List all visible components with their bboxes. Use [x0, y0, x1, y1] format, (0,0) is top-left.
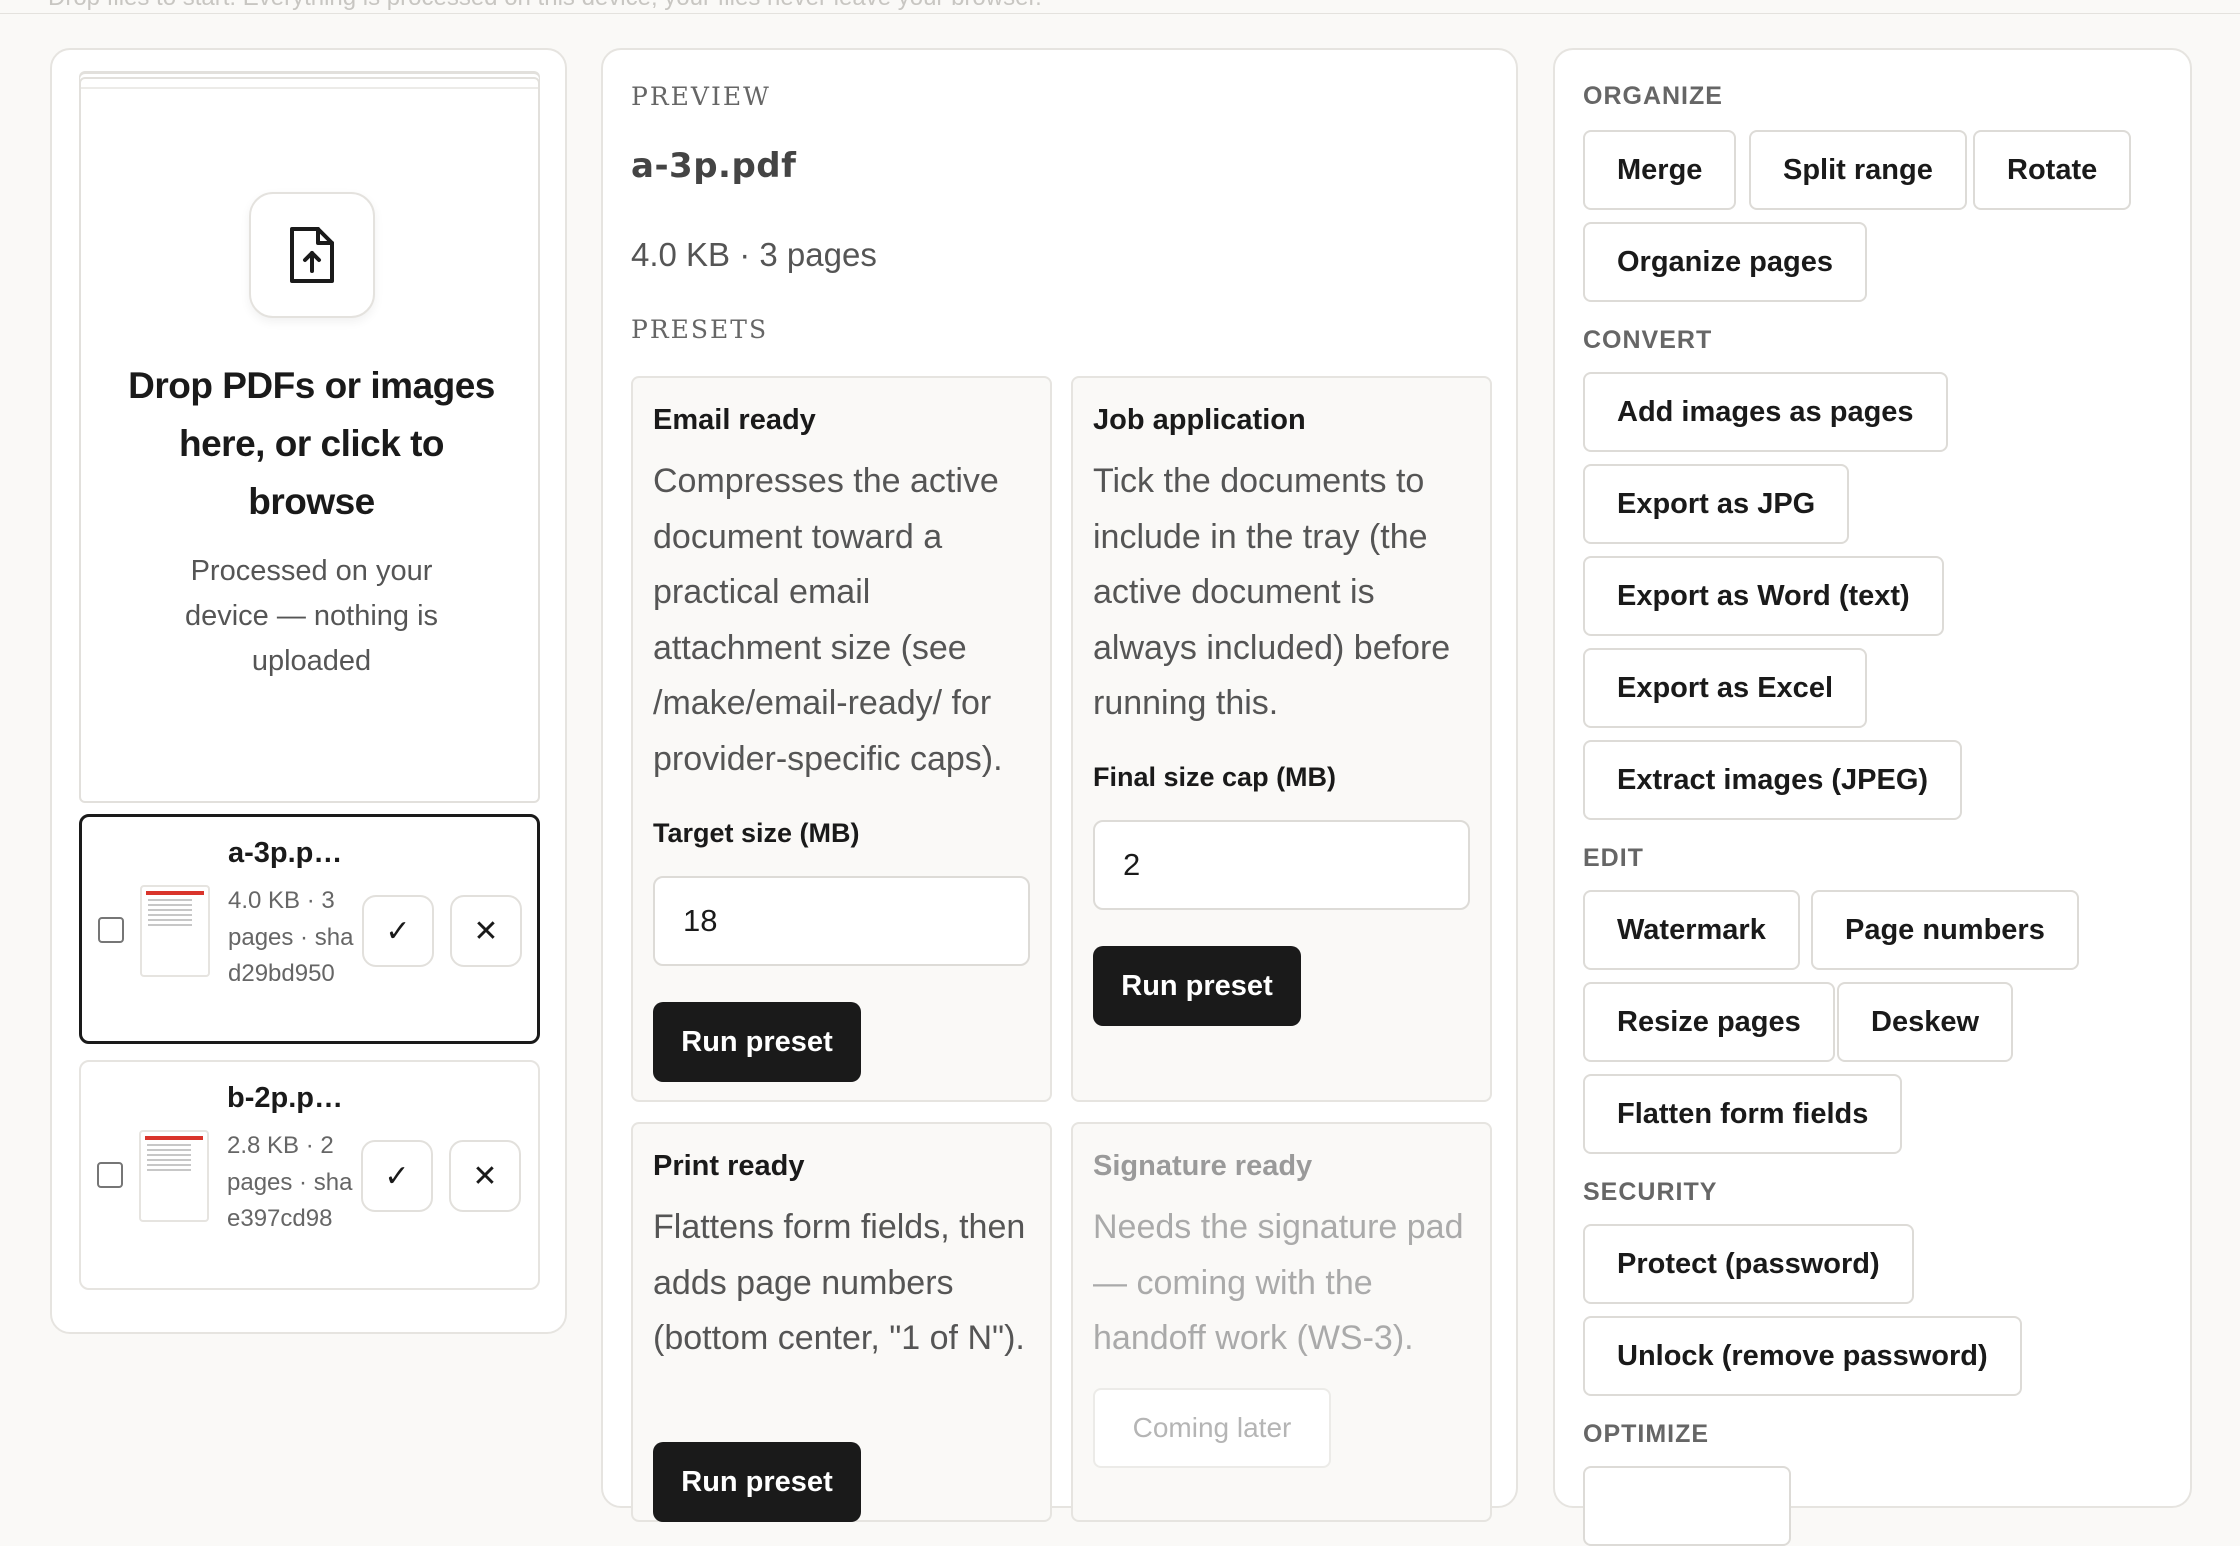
preview-meta: 4.0 KB · 3 pages [631, 236, 877, 273]
flatten-form-fields-button[interactable]: Flatten form fields [1583, 1074, 1903, 1154]
group-organize-label: ORGANIZE [1583, 82, 1723, 110]
check-icon[interactable]: ✓ [362, 895, 434, 967]
protect-password-button[interactable]: Protect (password) [1583, 1224, 1914, 1304]
check-icon[interactable]: ✓ [361, 1140, 433, 1212]
export-jpg-button[interactable]: Export as JPG [1583, 464, 1850, 544]
target-size-input[interactable] [653, 876, 1030, 966]
presets-heading: PRESETS [631, 315, 769, 344]
preset-description: Tick the documents to include in the tra… [1093, 462, 1451, 722]
preset-card-signature-ready: Signature ready Needs the signature pad … [1071, 1122, 1492, 1522]
file-name: b-2p.p… [227, 1082, 343, 1114]
export-excel-button[interactable]: Export as Excel [1583, 648, 1867, 728]
close-icon[interactable]: ✕ [450, 895, 522, 967]
preset-title: Print ready [653, 1150, 805, 1182]
preset-title: Signature ready [1093, 1150, 1313, 1182]
file-upload-icon [249, 192, 375, 318]
group-security-label: SECURITY [1583, 1178, 1718, 1206]
preset-description: Flattens form fields, then adds page num… [653, 1208, 1026, 1357]
file-name: a-3p.p… [228, 837, 343, 869]
split-range-button[interactable]: Split range [1749, 130, 1967, 210]
target-size-label: Target size (MB) [653, 818, 860, 848]
preset-description: Compresses the active document toward a … [653, 462, 1003, 778]
preset-card-email-ready: Email ready Compresses the active docume… [631, 376, 1052, 1102]
dropzone-title: Drop PDFs or images here, or click to br… [128, 365, 495, 522]
coming-later-button: Coming later [1093, 1388, 1331, 1468]
file-select-checkbox[interactable] [98, 917, 124, 943]
group-edit-label: EDIT [1583, 844, 1644, 872]
run-preset-button[interactable]: Run preset [653, 1002, 861, 1082]
merge-button[interactable]: Merge [1583, 130, 1737, 210]
file-meta: 4.0 KB · 3 pages · sha d29bd950 [228, 887, 354, 987]
close-icon[interactable]: ✕ [449, 1140, 521, 1212]
header-text: Drop files to start. Everything is proce… [48, 0, 1042, 12]
pdf-thumbnail [140, 885, 210, 977]
file-card-a-3p[interactable]: a-3p.p… 4.0 KB · 3 pages · sha d29bd950 … [79, 814, 540, 1044]
final-size-cap-label: Final size cap (MB) [1093, 762, 1337, 792]
pdf-thumbnail [139, 1130, 209, 1222]
page-numbers-button[interactable]: Page numbers [1811, 890, 2079, 970]
run-preset-button[interactable]: Run preset [1093, 946, 1301, 1026]
group-optimize-label: OPTIMIZE [1583, 1420, 1710, 1448]
file-tray-panel: Drop PDFs or images here, or click to br… [50, 48, 567, 1334]
preset-title: Job application [1093, 404, 1306, 436]
watermark-button[interactable]: Watermark [1583, 890, 1800, 970]
preview-filename: a-3p.pdf [631, 146, 797, 186]
dropzone-subtitle: Processed on your device — nothing is up… [184, 555, 439, 677]
preset-card-print-ready: Print ready Flattens form fields, then a… [631, 1122, 1052, 1522]
preset-title: Email ready [653, 404, 816, 436]
resize-pages-button[interactable]: Resize pages [1583, 982, 1835, 1062]
add-images-button[interactable]: Add images as pages [1583, 372, 1948, 452]
tools-panel: ORGANIZE Merge Split range Rotate Organi… [1553, 48, 2192, 1546]
organize-pages-button[interactable]: Organize pages [1583, 222, 1867, 302]
dropzone[interactable]: Drop PDFs or images here, or click to br… [79, 77, 540, 803]
file-card-b-2p[interactable]: b-2p.p… 2.8 KB · 2 pages · sha e397cd98 … [79, 1060, 540, 1290]
file-select-checkbox[interactable] [97, 1162, 123, 1188]
preview-panel: PREVIEW a-3p.pdf 4.0 KB · 3 pages PRESET… [601, 48, 1518, 1522]
group-convert-label: CONVERT [1583, 326, 1713, 354]
file-meta: 2.8 KB · 2 pages · sha e397cd98 [227, 1132, 353, 1232]
dropzone-edge [81, 87, 538, 89]
preset-description: Needs the signature pad — coming with th… [1093, 1208, 1464, 1357]
preset-card-job-application: Job application Tick the documents to in… [1071, 376, 1492, 1102]
deskew-button[interactable]: Deskew [1837, 982, 2014, 1062]
top-bar: Drop files to start. Everything is proce… [0, 0, 2240, 14]
optimize-tool-button[interactable] [1583, 1466, 1791, 1546]
unlock-password-button[interactable]: Unlock (remove password) [1583, 1316, 2022, 1396]
run-preset-button[interactable]: Run preset [653, 1442, 861, 1522]
preview-heading: PREVIEW [631, 82, 771, 111]
export-word-button[interactable]: Export as Word (text) [1583, 556, 1944, 636]
rotate-button[interactable]: Rotate [1973, 130, 2132, 210]
final-size-cap-input[interactable] [1093, 820, 1470, 910]
extract-images-button[interactable]: Extract images (JPEG) [1583, 740, 1963, 820]
